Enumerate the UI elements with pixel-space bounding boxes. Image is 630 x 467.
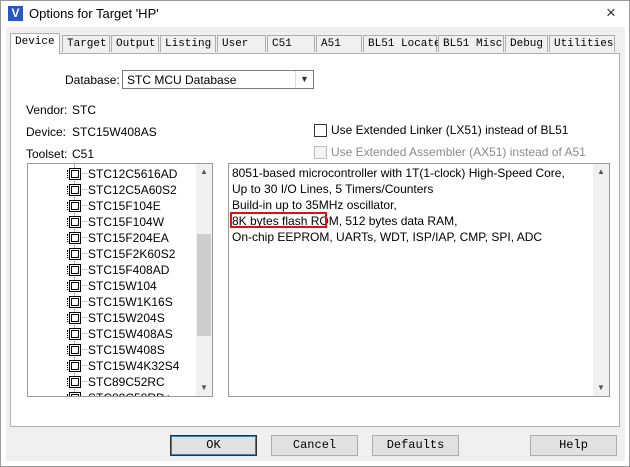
tree-item-device[interactable]: STC12C5616AD (28, 166, 198, 182)
chevron-down-icon[interactable]: ▼ (295, 71, 313, 88)
chip-icon (67, 280, 81, 292)
tree-item-label: STC15W204S (88, 311, 165, 325)
chip-icon (67, 232, 81, 244)
chip-icon (67, 216, 81, 228)
scroll-down-icon[interactable]: ▼ (593, 380, 609, 396)
tree-item-device[interactable]: STC15F204EA (28, 230, 198, 246)
toolset-label: Toolset: (26, 147, 68, 161)
tree-item-device[interactable]: STC12C5A60S2 (28, 182, 198, 198)
scroll-thumb[interactable] (197, 234, 211, 336)
chip-icon (67, 360, 81, 372)
tree-item-device[interactable]: STC15W104 (28, 278, 198, 294)
vendor-value: STC (72, 103, 96, 117)
chip-icon (67, 248, 81, 260)
tree-item-label: STC89C52RC (88, 375, 165, 389)
tree-item-label: STC15F104E (88, 199, 161, 213)
help-button[interactable]: Help (530, 435, 617, 456)
tab-bl51-misc[interactable]: BL51 Misc (438, 35, 504, 52)
tree-item-label: STC15W408S (88, 343, 165, 357)
description-line: On-chip EEPROM, UARTs, WDT, ISP/IAP, CMP… (232, 230, 543, 244)
database-value: STC MCU Database (127, 73, 237, 87)
close-icon[interactable]: × (599, 3, 623, 23)
description-line: Up to 30 I/O Lines, 5 Timers/Counters (232, 182, 434, 196)
tree-item-label: STC15F2K60S2 (88, 247, 176, 261)
chip-icon (67, 344, 81, 356)
tree-item-device[interactable]: STC15F2K60S2 (28, 246, 198, 262)
tree-item-label: STC15W104 (88, 279, 157, 293)
options-dialog: V Options for Target 'HP' × Device Targe… (0, 0, 630, 467)
cancel-button[interactable]: Cancel (271, 435, 358, 456)
tab-a51[interactable]: A51 (316, 35, 362, 52)
chip-icon (67, 392, 81, 396)
tree-item-device[interactable]: STC89C52RC (28, 374, 198, 390)
vendor-label: Vendor: (26, 103, 68, 117)
chip-icon (67, 296, 81, 308)
device-description: 8051-based microcontroller with 1T(1-clo… (228, 163, 610, 397)
keil-app-icon: V (8, 6, 23, 21)
tab-device[interactable]: Device (10, 33, 60, 54)
description-line: 8051-based microcontroller with 1T(1-clo… (232, 166, 565, 180)
extended-assembler-checkbox (314, 146, 327, 159)
chip-icon (67, 168, 81, 180)
chip-icon (67, 264, 81, 276)
chip-icon (67, 328, 81, 340)
tree-item-label: STC12C5616AD (88, 167, 178, 181)
tree-item-label: STC15F204EA (88, 231, 169, 245)
description-line: Build-in up to 35MHz oscillator, (232, 198, 397, 212)
chip-icon (67, 184, 81, 196)
device-tree-scrollbar[interactable]: ▲ ▼ (196, 164, 212, 396)
title-bar: V Options for Target 'HP' × (1, 1, 629, 27)
tree-item-device[interactable]: STC15F104W (28, 214, 198, 230)
chip-icon (67, 312, 81, 324)
scroll-up-icon[interactable]: ▲ (196, 164, 212, 180)
flash-rom-highlight (230, 212, 327, 228)
tab-utilities[interactable]: Utilities (549, 35, 615, 52)
tree-item-label: STC15W1K16S (88, 295, 173, 309)
tab-output[interactable]: Output (111, 35, 159, 52)
ok-button[interactable]: OK (170, 435, 257, 456)
scroll-down-icon[interactable]: ▼ (196, 380, 212, 396)
tree-item-device[interactable]: STC89C58RD+ (28, 390, 198, 396)
chip-icon (67, 376, 81, 388)
window-title: Options for Target 'HP' (29, 6, 159, 21)
tab-listing[interactable]: Listing (160, 35, 216, 52)
tree-item-label: STC15F408AD (88, 263, 170, 277)
database-select[interactable]: STC MCU Database ▼ (122, 70, 314, 89)
defaults-button[interactable]: Defaults (372, 435, 459, 456)
tree-item-device[interactable]: STC15W204S (28, 310, 198, 326)
tab-debug[interactable]: Debug (505, 35, 548, 52)
device-tree[interactable]: STC12C5616AD STC12C5A60S2 STC15F104E STC15F… (27, 163, 213, 397)
extended-linker-checkbox[interactable] (314, 124, 327, 137)
tree-item-device[interactable]: STC15W408AS (28, 326, 198, 342)
chip-icon (67, 200, 81, 212)
tree-item-device[interactable]: STC15W1K16S (28, 294, 198, 310)
tree-item-label: STC15W4K32S4 (88, 359, 180, 373)
scroll-up-icon[interactable]: ▲ (593, 164, 609, 180)
tab-user[interactable]: User (217, 35, 266, 52)
database-label: Database: (65, 73, 120, 87)
tab-target[interactable]: Target (62, 35, 110, 52)
tree-item-label: STC12C5A60S2 (88, 183, 177, 197)
extended-assembler-label: Use Extended Assembler (AX51) instead of… (331, 145, 586, 159)
tab-bl51-locate[interactable]: BL51 Locate (363, 35, 441, 52)
tree-item-device[interactable]: STC15F104E (28, 198, 198, 214)
device-label: Device: (26, 125, 67, 139)
toolset-value: C51 (72, 147, 95, 161)
device-value: STC15W408AS (72, 125, 157, 139)
tree-item-label: STC15F104W (88, 215, 165, 229)
tree-item-device[interactable]: STC15F408AD (28, 262, 198, 278)
extended-linker-label: Use Extended Linker (LX51) instead of BL… (331, 123, 569, 137)
tree-item-device[interactable]: STC15W408S (28, 342, 198, 358)
tree-item-device[interactable]: STC15W4K32S4 (28, 358, 198, 374)
tree-item-label: STC89C58RD+ (88, 390, 172, 396)
dialog-client: Device Target Output Listing User C51 A5… (6, 27, 625, 461)
tree-item-label: STC15W408AS (88, 327, 173, 341)
description-scrollbar[interactable]: ▲ ▼ (593, 164, 609, 396)
tab-c51[interactable]: C51 (267, 35, 315, 52)
